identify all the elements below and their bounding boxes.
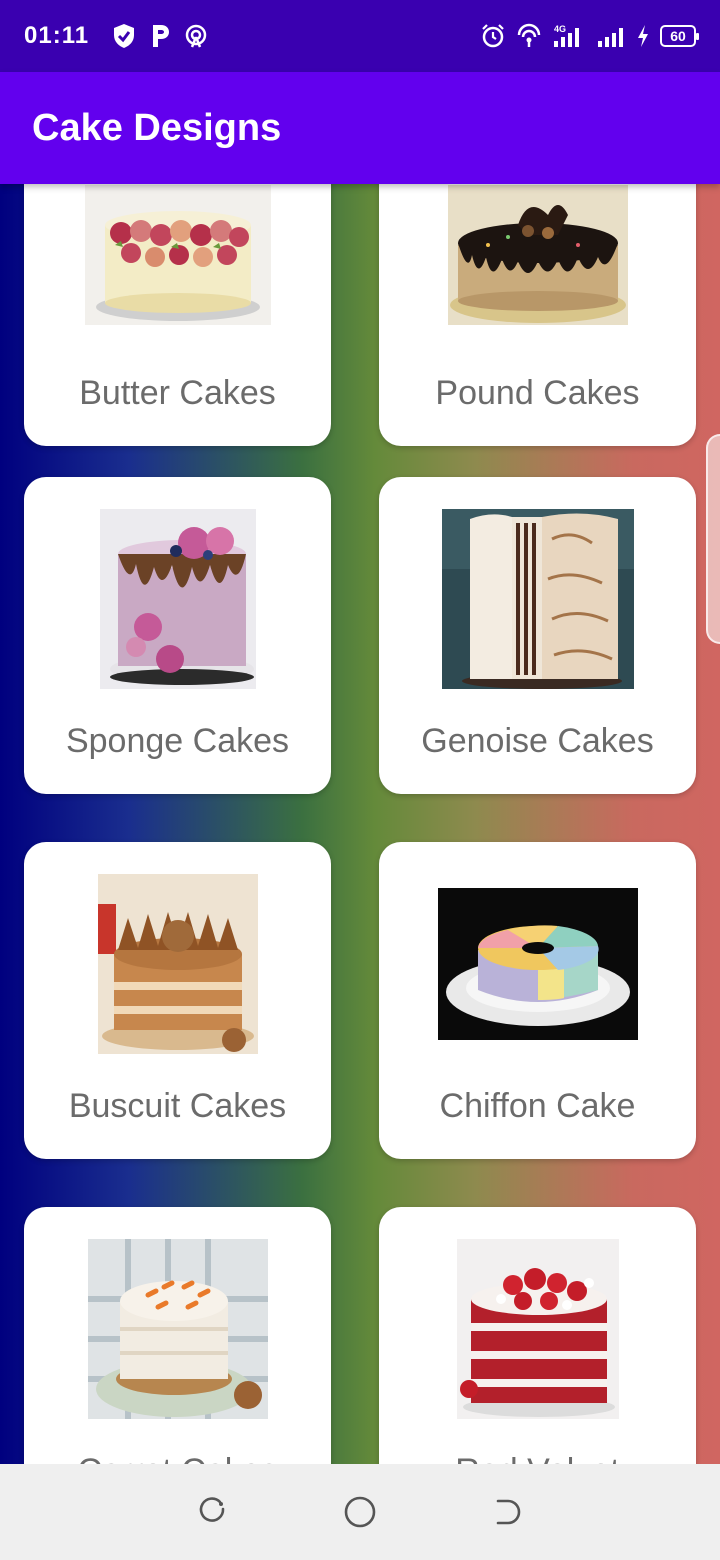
status-system-icons: 4G 60	[480, 23, 699, 49]
signal-icon	[596, 23, 626, 49]
chiffon-cake-image	[437, 888, 638, 1040]
status-time: 01:11	[24, 22, 90, 49]
cake-label: Pound Cakes	[435, 374, 640, 412]
sponge-cake-image	[99, 509, 256, 689]
system-nav-bar	[0, 1464, 720, 1560]
recent-apps-icon[interactable]	[193, 1492, 233, 1532]
home-icon[interactable]	[340, 1492, 380, 1532]
svg-text:4G: 4G	[554, 24, 566, 34]
cake-label: Sponge Cakes	[65, 722, 290, 760]
biscuit-cake-image	[97, 874, 258, 1054]
cake-label: Buscuit Cakes	[68, 1087, 287, 1125]
page-title: Cake Designs	[32, 106, 282, 149]
cake-list[interactable]: Butter Cakes Pound Cakes Sponge Cakes Ge…	[0, 184, 720, 1464]
pound-cake-image	[447, 185, 628, 325]
status-notification-icons	[111, 23, 209, 49]
signal-4g-icon: 4G	[552, 23, 586, 49]
cake-card-chiffon[interactable]: Chiffon Cake	[379, 842, 696, 1159]
shield-icon	[111, 23, 137, 49]
cake-label: Carrot Cakes	[24, 1452, 331, 1464]
cake-card-biscuit[interactable]: Buscuit Cakes	[24, 842, 331, 1159]
cake-card-red-velvet[interactable]: Red Velvet	[379, 1207, 696, 1464]
back-icon[interactable]	[487, 1492, 527, 1532]
cake-label: Genoise Cakes	[421, 722, 654, 760]
app-bar: Cake Designs	[0, 72, 720, 184]
red-velvet-cake-image	[456, 1239, 619, 1419]
butter-cake-image	[84, 185, 271, 325]
wifi-calling-icon	[516, 23, 542, 49]
cake-label: Butter Cakes	[79, 374, 276, 412]
cake-label: Red Velvet	[379, 1452, 696, 1464]
cake-card-carrot[interactable]: Carrot Cakes	[24, 1207, 331, 1464]
scrollbar-thumb[interactable]	[706, 434, 720, 644]
cake-card-genoise[interactable]: Genoise Cakes	[379, 477, 696, 794]
cake-card-butter[interactable]: Butter Cakes	[24, 184, 331, 446]
parking-icon	[147, 23, 173, 49]
status-bar: 01:11 4G 60	[0, 0, 720, 72]
genoise-cake-image	[441, 509, 634, 689]
carrot-cake-image	[87, 1239, 268, 1419]
cake-card-pound[interactable]: Pound Cakes	[379, 184, 696, 446]
cake-label: Chiffon Cake	[439, 1087, 636, 1125]
charging-icon	[636, 23, 650, 49]
alarm-icon	[480, 23, 506, 49]
hotspot-icon	[183, 23, 209, 49]
battery-indicator: 60	[660, 25, 699, 47]
cake-card-sponge[interactable]: Sponge Cakes	[24, 477, 331, 794]
